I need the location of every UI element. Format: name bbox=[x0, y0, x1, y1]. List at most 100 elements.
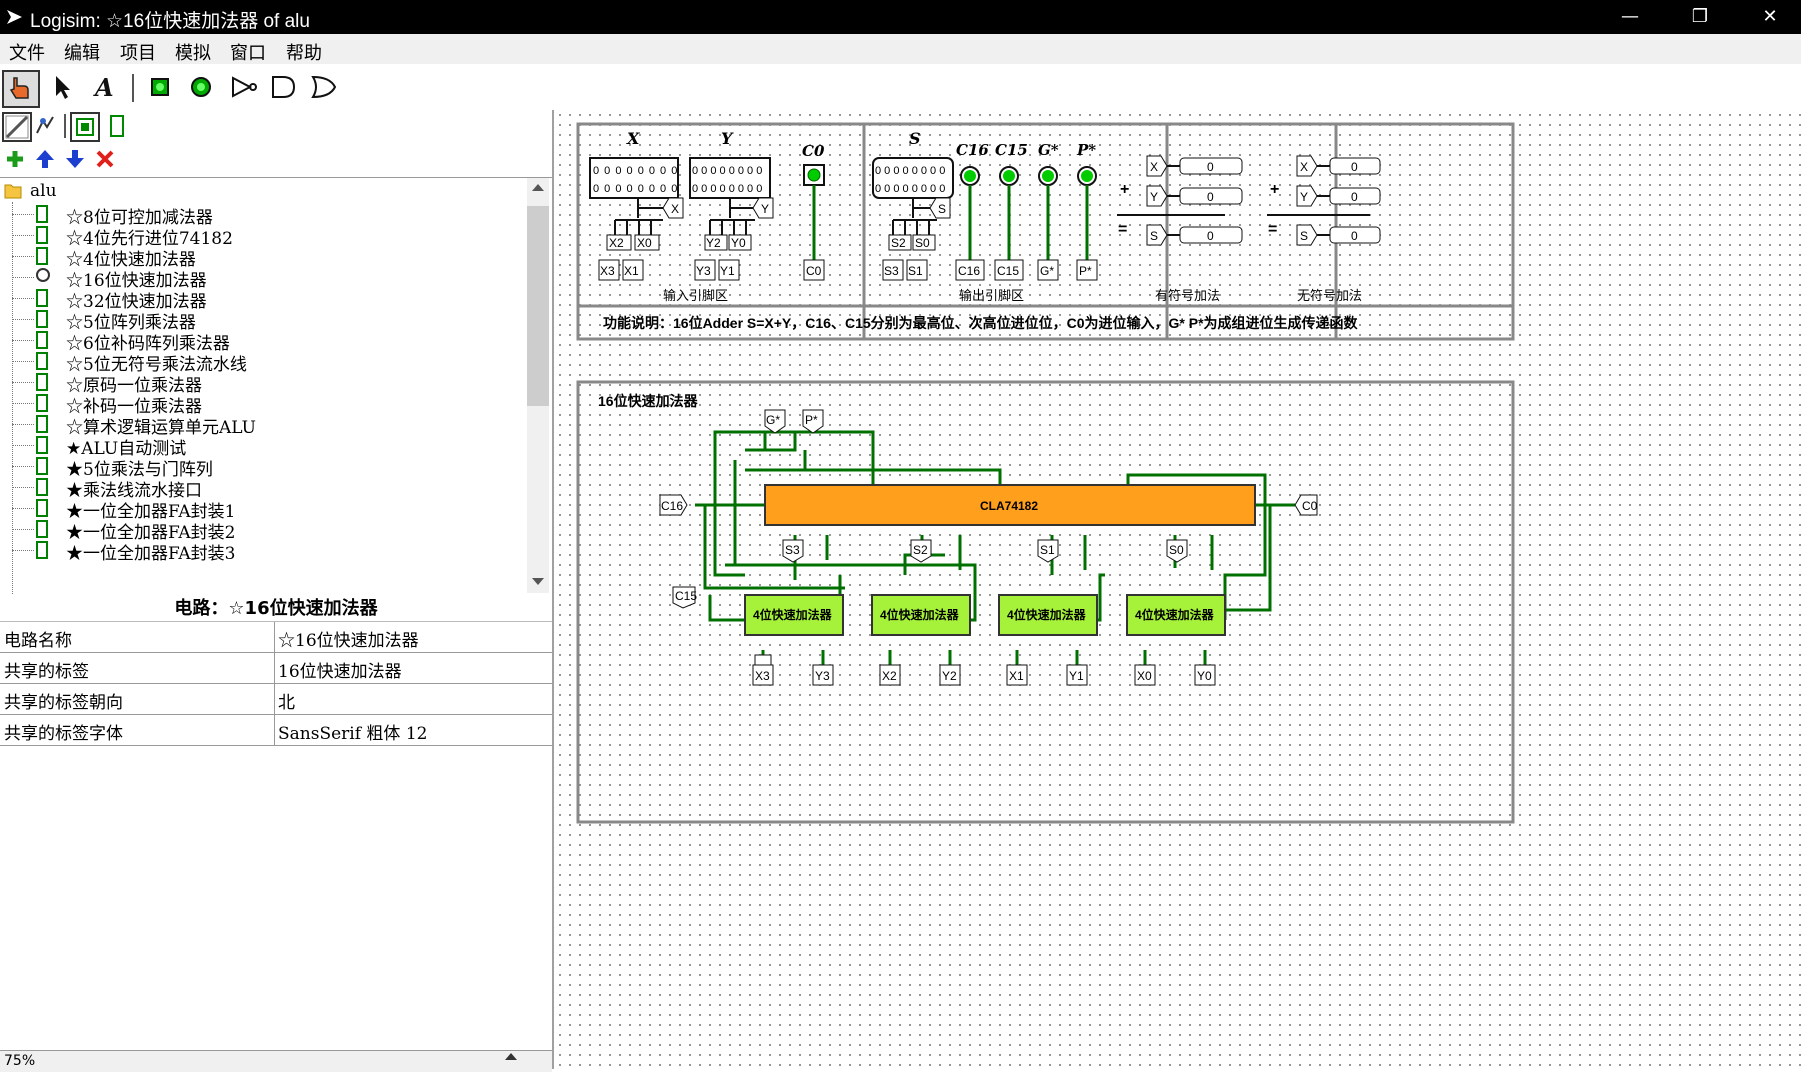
property-key: 电路名称 bbox=[4, 631, 72, 651]
close-button[interactable]: ✕ bbox=[1740, 0, 1800, 34]
logisim-app-icon bbox=[7, 10, 22, 24]
minimize-button[interactable]: — bbox=[1600, 0, 1660, 34]
pane-splitter[interactable] bbox=[552, 110, 554, 1069]
menu-project[interactable]: 项目 bbox=[120, 39, 156, 65]
not-gate-icon[interactable] bbox=[228, 72, 262, 106]
adder-block[interactable]: 4位快速加法器 bbox=[744, 594, 844, 636]
property-row[interactable]: 共享的标签朝向 北 bbox=[0, 684, 552, 715]
svg-text:X1: X1 bbox=[1009, 669, 1024, 683]
svg-text:C0: C0 bbox=[1302, 499, 1318, 513]
circuit-view-icon[interactable] bbox=[70, 112, 100, 142]
svg-text:C15: C15 bbox=[997, 264, 1019, 278]
menu-simulate[interactable]: 模拟 bbox=[175, 39, 211, 65]
property-row[interactable]: 电路名称 ☆16位快速加法器 bbox=[0, 622, 552, 653]
circuit-icon bbox=[36, 478, 48, 496]
circuit-icon bbox=[36, 415, 48, 433]
svg-text:S1: S1 bbox=[908, 264, 923, 278]
scrollbar-thumb[interactable] bbox=[527, 206, 549, 406]
svg-text:Y1: Y1 bbox=[1069, 669, 1084, 683]
svg-text:0 0 0 0 0 0 0 0: 0 0 0 0 0 0 0 0 bbox=[692, 165, 762, 177]
svg-text:C16: C16 bbox=[661, 499, 683, 513]
svg-text:0: 0 bbox=[1207, 229, 1214, 243]
text-tool-icon[interactable]: A bbox=[90, 72, 124, 106]
or-gate-icon[interactable] bbox=[308, 72, 342, 106]
zoom-level[interactable]: 75% bbox=[4, 1053, 35, 1069]
properties-header: 电路：☆16位快速加法器 bbox=[0, 594, 552, 622]
appearance-view-icon[interactable] bbox=[104, 113, 130, 139]
poke-tool-icon[interactable] bbox=[2, 70, 40, 108]
svg-text:=: = bbox=[1268, 221, 1277, 238]
select-tool-icon[interactable] bbox=[48, 72, 82, 106]
circuit-canvas[interactable]: X 0 0 0 0 0 0 0 0 0 0 0 0 0 0 0 0 X X2 X… bbox=[555, 110, 1801, 1069]
scroll-up-icon[interactable] bbox=[532, 184, 544, 191]
property-row[interactable]: 共享的标签 16位快速加法器 bbox=[0, 653, 552, 684]
svg-text:+: + bbox=[1270, 181, 1279, 198]
svg-text:S3: S3 bbox=[785, 543, 800, 557]
toggle-tools-icon[interactable] bbox=[2, 112, 32, 142]
menu-file[interactable]: 文件 bbox=[9, 39, 45, 65]
window-title: Logisim: ☆16位快速加法器 of alu bbox=[30, 11, 310, 32]
input-pin-icon[interactable] bbox=[145, 72, 179, 106]
circuit-icon bbox=[36, 247, 48, 265]
property-key: 共享的标签朝向 bbox=[4, 693, 123, 713]
svg-text:C15: C15 bbox=[675, 589, 697, 603]
maximize-button[interactable]: ❐ bbox=[1670, 0, 1730, 34]
zoom-up-icon[interactable] bbox=[505, 1053, 517, 1060]
splitter-x bbox=[614, 219, 663, 235]
svg-text:Y: Y bbox=[1300, 190, 1308, 204]
svg-text:X0: X0 bbox=[1137, 669, 1152, 683]
and-gate-icon[interactable] bbox=[268, 72, 302, 106]
svg-text:X: X bbox=[671, 202, 679, 216]
input-pin-c0[interactable]: C0 C0 bbox=[802, 142, 825, 281]
svg-text:X2: X2 bbox=[882, 669, 897, 683]
property-value[interactable]: 北 bbox=[278, 688, 295, 713]
svg-text:X: X bbox=[1150, 160, 1158, 174]
svg-text:0 0 0 0 0 0 0 0: 0 0 0 0 0 0 0 0 bbox=[692, 183, 762, 195]
adder-block[interactable]: 4位快速加法器 bbox=[1126, 594, 1226, 636]
svg-text:CLA74182: CLA74182 bbox=[980, 499, 1038, 513]
property-row[interactable]: 共享的标签字体 SansSerif 粗体 12 bbox=[0, 715, 552, 746]
svg-text:Y: Y bbox=[721, 129, 734, 148]
svg-text:X3: X3 bbox=[600, 264, 615, 278]
svg-text:G*: G* bbox=[1038, 141, 1059, 159]
output-pin-icon[interactable] bbox=[186, 72, 220, 106]
svg-text:G*: G* bbox=[766, 413, 780, 427]
svg-text:S0: S0 bbox=[915, 236, 930, 250]
edit-layout-icon[interactable] bbox=[33, 113, 59, 139]
tree-scrollbar[interactable] bbox=[527, 178, 549, 593]
scroll-down-icon[interactable] bbox=[532, 578, 544, 585]
svg-text:C16: C16 bbox=[958, 264, 980, 278]
tunnel-p: P* bbox=[802, 409, 824, 434]
property-value[interactable]: SansSerif 粗体 12 bbox=[278, 719, 427, 744]
menu-edit[interactable]: 编辑 bbox=[64, 39, 100, 65]
splitter-y bbox=[709, 219, 755, 235]
menu-help[interactable]: 帮助 bbox=[286, 39, 322, 65]
circuit-icon bbox=[36, 373, 48, 391]
circuit-icon bbox=[36, 541, 48, 559]
svg-text:S2: S2 bbox=[891, 236, 906, 250]
adder-block[interactable]: 4位快速加法器 bbox=[998, 594, 1098, 636]
menu-window[interactable]: 窗口 bbox=[230, 39, 266, 65]
circuit-icon bbox=[36, 289, 48, 307]
add-circuit-icon[interactable] bbox=[4, 148, 26, 170]
title-bar: Logisim: ☆16位快速加法器 of alu — ❐ ✕ bbox=[0, 0, 1801, 34]
property-value[interactable]: 16位快速加法器 bbox=[278, 657, 402, 682]
output-pin-s: S 0 0 0 0 0 0 0 0 0 0 0 0 0 0 0 0 S S2 S… bbox=[872, 129, 954, 281]
signed-add-panel: X 0 + Y 0 = S 0 有符号加法 bbox=[1117, 155, 1243, 303]
property-value[interactable]: ☆16位快速加法器 bbox=[278, 626, 419, 651]
circuit-icon bbox=[36, 310, 48, 328]
svg-text:S3: S3 bbox=[884, 264, 899, 278]
cla74182-block[interactable]: CLA74182 bbox=[764, 484, 1256, 526]
svg-text:Y0: Y0 bbox=[731, 236, 746, 250]
adder-block[interactable]: 4位快速加法器 bbox=[871, 594, 971, 636]
tunnel-x-small: X bbox=[662, 197, 684, 219]
move-down-icon[interactable] bbox=[64, 148, 86, 170]
toolbar-separator bbox=[64, 114, 66, 138]
svg-text:Y0: Y0 bbox=[1197, 669, 1212, 683]
delete-circuit-icon[interactable] bbox=[94, 148, 116, 170]
move-up-icon[interactable] bbox=[34, 148, 56, 170]
tree-root-label: alu bbox=[30, 181, 57, 201]
tree-circuit-label: ★一位全加器FA封装3 bbox=[66, 544, 236, 564]
svg-text:0: 0 bbox=[1351, 160, 1358, 174]
svg-text:S1: S1 bbox=[1040, 543, 1055, 557]
